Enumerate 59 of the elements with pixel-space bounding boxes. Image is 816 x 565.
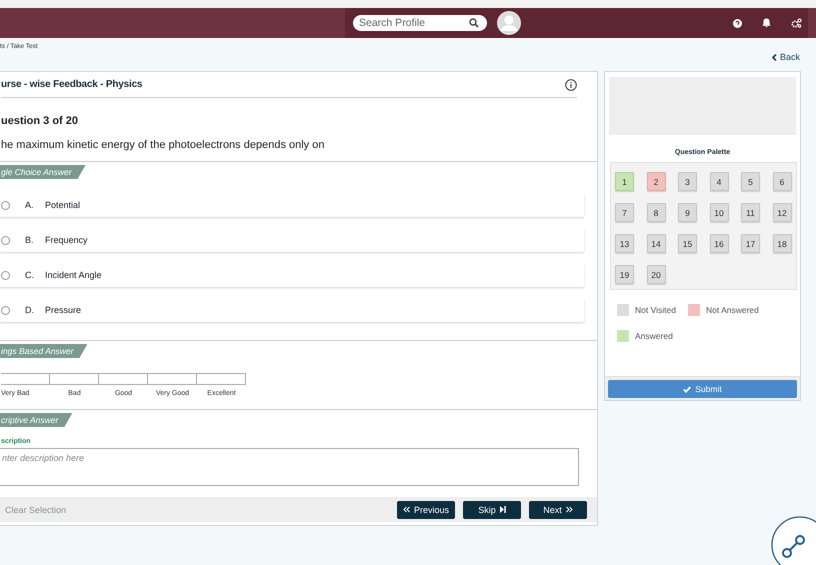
question-number-button[interactable]: 11 bbox=[741, 203, 760, 222]
rating-box[interactable] bbox=[99, 373, 148, 385]
section-ribbon: ings Based Answer bbox=[0, 344, 88, 358]
rating-box[interactable] bbox=[50, 373, 99, 385]
radio-button[interactable] bbox=[1, 270, 10, 280]
description-field[interactable]: nter description here bbox=[0, 448, 579, 486]
section-ribbon: gle Choice Answer bbox=[0, 165, 86, 179]
avatar-icon[interactable] bbox=[497, 11, 521, 35]
radio-button[interactable] bbox=[1, 306, 10, 314]
double-chevron-right-icon bbox=[566, 506, 573, 513]
rating-box[interactable] bbox=[148, 373, 197, 385]
settings-icon[interactable] bbox=[791, 18, 802, 28]
question-number-button[interactable]: 6 bbox=[772, 172, 792, 191]
check-icon bbox=[683, 386, 692, 392]
question-number-button[interactable]: 19 bbox=[615, 265, 634, 284]
question-number-button[interactable]: 3 bbox=[678, 172, 697, 191]
question-number-button[interactable]: 7 bbox=[615, 203, 634, 222]
question-number-button[interactable]: 1 bbox=[615, 172, 634, 191]
question-number-button[interactable]: 15 bbox=[678, 234, 697, 253]
answer-option[interactable]: B. Frequency bbox=[0, 228, 584, 252]
question-number-button[interactable]: 5 bbox=[741, 172, 760, 191]
section-ribbon: criptive Answer bbox=[0, 413, 72, 427]
search-field[interactable]: Search Profile bbox=[353, 15, 487, 31]
legend-label: Not Answered bbox=[706, 305, 759, 315]
answer-option[interactable]: D. Pressure bbox=[0, 298, 584, 322]
legend-label: Not Visited bbox=[635, 305, 676, 315]
prev-button[interactable]: Previous bbox=[397, 500, 455, 518]
question-number-button[interactable]: 17 bbox=[741, 234, 760, 253]
skip-icon bbox=[500, 506, 506, 513]
skip-button[interactable]: Skip bbox=[463, 500, 521, 518]
rating-box[interactable] bbox=[197, 373, 246, 385]
info-icon[interactable] bbox=[565, 78, 577, 90]
back-link[interactable]: Back bbox=[772, 52, 800, 62]
next-button[interactable]: Next bbox=[529, 500, 587, 518]
question-number-button[interactable]: 16 bbox=[710, 234, 728, 253]
answer-option[interactable]: C. Incident Angle bbox=[0, 263, 584, 287]
question-text: he maximum kinetic energy of the photoelectrons depends only on bbox=[1, 139, 326, 151]
help-icon[interactable] bbox=[733, 18, 742, 28]
submit-button[interactable]: Submit bbox=[608, 380, 797, 398]
question-number-button[interactable]: 12 bbox=[772, 203, 792, 222]
quiz-title: urse - wise Feedback - Physics bbox=[1, 79, 142, 90]
legend-label: Answered bbox=[635, 331, 673, 341]
chevron-left-icon bbox=[772, 54, 777, 60]
question-number-button[interactable]: 9 bbox=[678, 203, 697, 222]
radio-button[interactable] bbox=[1, 200, 10, 210]
double-chevron-left-icon bbox=[402, 506, 410, 513]
radio-button[interactable] bbox=[1, 236, 10, 244]
question-number-button[interactable]: 2 bbox=[646, 172, 666, 191]
rating-box[interactable] bbox=[1, 373, 50, 385]
question-number-button[interactable]: 20 bbox=[646, 265, 666, 284]
answer-option[interactable]: A. Potential bbox=[0, 193, 584, 217]
bell-icon[interactable] bbox=[762, 18, 771, 28]
question-counter: uestion 3 of 20 bbox=[1, 115, 80, 127]
question-number-button[interactable]: 4 bbox=[710, 172, 728, 191]
question-number-button[interactable]: 18 bbox=[772, 234, 792, 253]
question-number-button[interactable]: 14 bbox=[646, 234, 666, 253]
question-number-button[interactable]: 8 bbox=[646, 203, 666, 222]
question-number-button[interactable]: 10 bbox=[710, 203, 728, 222]
question-number-button[interactable]: 13 bbox=[615, 234, 634, 253]
